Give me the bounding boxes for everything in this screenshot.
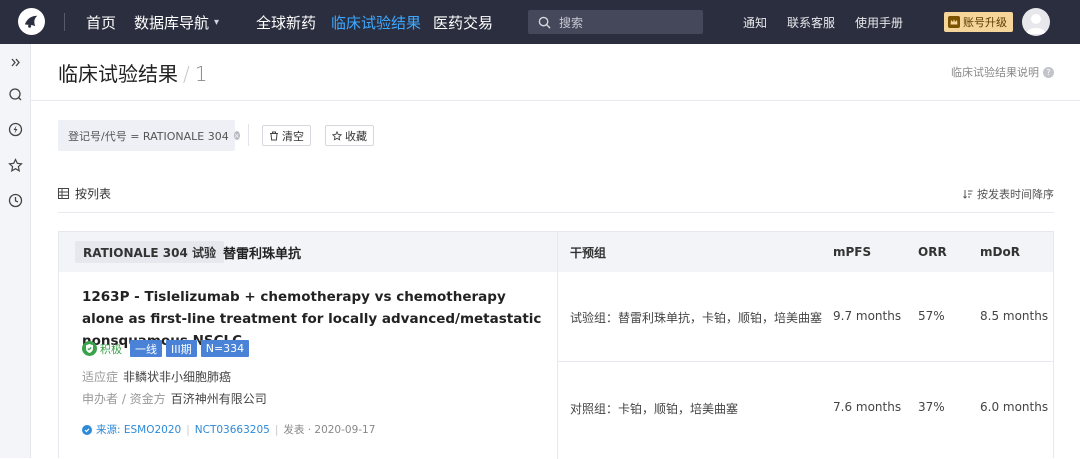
header-pipe: [209, 246, 210, 258]
source-row: 来源: ESMO2020 | NCT03663205 | 发表 · 2020-0…: [82, 422, 375, 437]
search-history-icon[interactable]: [8, 87, 23, 102]
trial-name-tag[interactable]: RATIONALE 304 试验: [75, 241, 225, 263]
th-intervention: 干预组: [570, 245, 607, 260]
remove-filter-icon[interactable]: ×: [233, 131, 240, 140]
tag-sample-size: N=334: [200, 340, 250, 357]
nav-deals[interactable]: 医药交易: [433, 0, 493, 44]
positive-badge-label: 积极: [100, 342, 122, 356]
nav-home[interactable]: 首页: [86, 0, 116, 44]
positive-badge: 积极: [82, 341, 122, 357]
page-title-text: 临床试验结果: [58, 62, 178, 86]
source-separator: |: [186, 423, 190, 436]
page-title: 临床试验结果/1: [58, 58, 207, 87]
tag-line: 一线: [130, 340, 162, 357]
notifications-link[interactable]: 通知: [743, 0, 767, 44]
nct-link[interactable]: NCT03663205: [195, 424, 270, 436]
app-logo[interactable]: [18, 8, 45, 35]
filter-chip-label: 登记号/代号 = RATIONALE 304: [68, 129, 229, 143]
indication-value: 非鳞状非小细胞肺癌: [123, 370, 232, 384]
title-separator: /: [183, 62, 190, 86]
customer-service-link[interactable]: 联系客服: [787, 0, 835, 44]
nav-database-label: 数据库导航: [134, 13, 210, 32]
sponsor-value: 百济神州有限公司: [170, 392, 267, 406]
chevron-down-icon: ▾: [214, 16, 220, 28]
search-icon: [538, 16, 551, 29]
avatar-icon: [1026, 14, 1046, 34]
left-sidebar: [0, 44, 31, 458]
favorite-button[interactable]: 收藏: [325, 125, 374, 146]
star-icon[interactable]: [8, 158, 23, 173]
logo-icon: [24, 15, 38, 28]
nav-database[interactable]: 数据库导航 ▾: [134, 0, 219, 44]
view-mode-label: 按列表: [75, 187, 112, 201]
view-mode-toggle[interactable]: 按列表: [58, 185, 111, 202]
user-manual-link[interactable]: 使用手册: [855, 0, 903, 44]
result-count: 1: [194, 62, 208, 86]
search-input[interactable]: 搜索: [528, 10, 703, 34]
publication-badges: 积极 一线 III期 N=334: [82, 340, 253, 357]
row-2-mdor: 6.0 months: [980, 400, 1049, 414]
results-table: RATIONALE 304 试验 替雷利珠单抗 干预组 mPFS ORR mDo…: [58, 231, 1054, 459]
clear-button[interactable]: 清空: [262, 125, 311, 146]
top-nav-bar: 首页 数据库导航 ▾ 全球新药 临床试验结果 医药交易 搜索 通知 联系客服 使用…: [0, 0, 1080, 44]
trash-icon: [270, 131, 278, 140]
indication-label: 适应症: [82, 370, 119, 384]
source-icon: [82, 424, 92, 435]
row-2-group: 对照组：卡铂，顺铂，培美曲塞: [570, 402, 739, 416]
date-separator: |: [274, 423, 279, 436]
filter-divider: [248, 124, 249, 146]
row-1-orr: 57%: [918, 309, 945, 323]
th-mdor: mDoR: [980, 245, 1020, 259]
table-header: RATIONALE 304 试验 替雷利珠单抗 干预组 mPFS ORR mDo…: [59, 232, 1053, 272]
th-mpfs: mPFS: [833, 245, 872, 259]
publish-date: 发表 · 2020-09-17: [283, 424, 376, 436]
user-avatar[interactable]: [1022, 8, 1050, 36]
star-outline-icon: [332, 130, 342, 141]
crown-icon: [948, 16, 960, 28]
favorite-label: 收藏: [345, 129, 367, 143]
clock-icon[interactable]: [8, 193, 23, 208]
sort-dropdown[interactable]: 按发表时间降序: [963, 186, 1054, 202]
help-link-label: 临床试验结果说明: [951, 66, 1039, 79]
tag-phase: III期: [166, 340, 197, 357]
expand-sidebar-icon[interactable]: [8, 55, 23, 70]
shield-check-icon: [82, 341, 97, 356]
flash-icon[interactable]: [8, 122, 23, 137]
nav-clinical-results[interactable]: 临床试验结果: [331, 0, 421, 44]
row-2-orr: 37%: [918, 400, 945, 414]
th-orr: ORR: [918, 245, 947, 259]
clear-label: 清空: [282, 129, 304, 143]
row-1-mpfs: 9.7 months: [833, 309, 902, 323]
search-placeholder: 搜索: [559, 15, 584, 30]
sponsor-label: 申办者 / 资金方: [82, 392, 166, 406]
table-icon: [58, 188, 69, 199]
header-divider: [31, 100, 1080, 101]
sponsor-row: 申办者 / 资金方 百济神州有限公司: [82, 390, 267, 407]
row-1-group: 试验组：替雷利珠单抗，卡铂，顺铂，培美曲塞: [570, 311, 823, 325]
filter-chip[interactable]: 登记号/代号 = RATIONALE 304 ×: [58, 120, 240, 151]
row-2-mpfs: 7.6 months: [833, 400, 902, 414]
row-divider: [557, 361, 1053, 362]
upgrade-label: 账号升级: [963, 16, 1007, 29]
sort-label: 按发表时间降序: [977, 188, 1054, 201]
logo-divider: [64, 13, 65, 31]
results-help-link[interactable]: 临床试验结果说明 ?: [951, 64, 1054, 80]
list-divider: [58, 212, 1054, 213]
drug-name[interactable]: 替雷利珠单抗: [223, 232, 301, 272]
sort-icon: [963, 190, 973, 199]
nav-global-drugs[interactable]: 全球新药: [256, 0, 316, 44]
column-divider: [557, 232, 558, 459]
source-link[interactable]: 来源: ESMO2020: [96, 422, 181, 437]
indication-row: 适应症 非鳞状非小细胞肺癌: [82, 368, 231, 385]
row-1-mdor: 8.5 months: [980, 309, 1049, 323]
question-icon: ?: [1043, 66, 1054, 78]
upgrade-button[interactable]: 账号升级: [944, 12, 1013, 32]
